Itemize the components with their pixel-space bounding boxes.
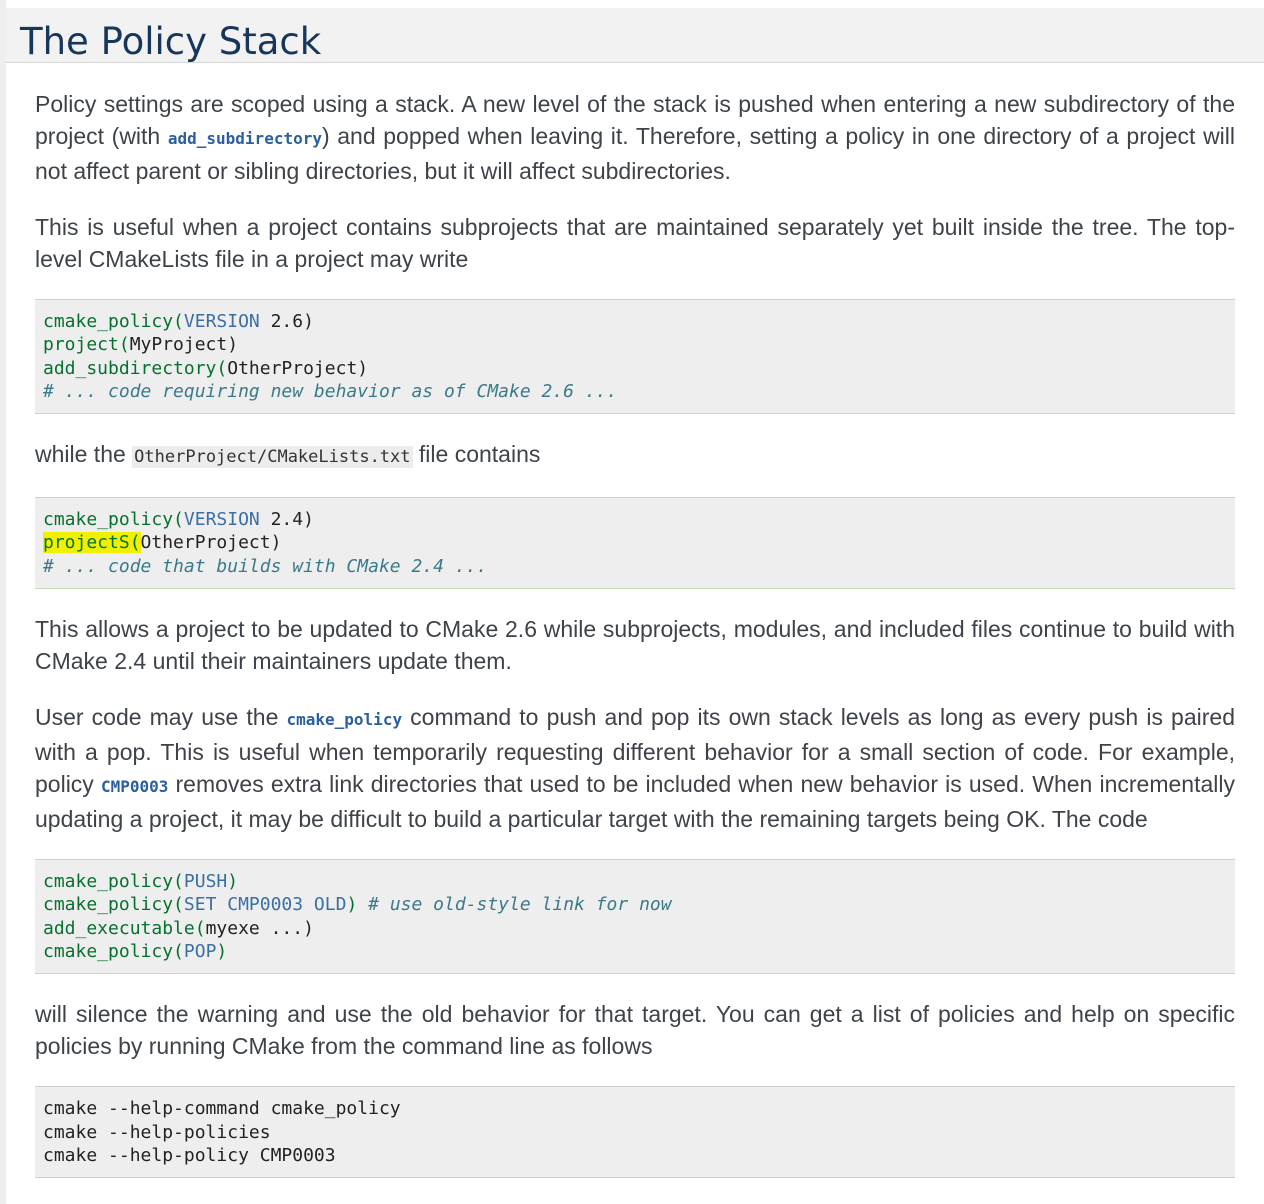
code-comment: # ... code that builds with CMake 2.4 ..… (43, 555, 488, 577)
paragraph-policy-scope: Policy settings are scoped using a stack… (35, 88, 1235, 187)
code-block-push-pop: cmake_policy(PUSH) cmake_policy(SET CMP0… (35, 859, 1235, 975)
code-text: myexe ...) (205, 917, 314, 939)
code-block-toplevel: cmake_policy(VERSION 2.6) project(MyProj… (35, 299, 1235, 415)
link-cmake-policy[interactable]: cmake_policy (286, 710, 402, 729)
code-line: cmake --help-command cmake_policy (43, 1098, 401, 1120)
code-function: cmake_policy( (43, 311, 184, 332)
section-header: The Policy Stack (6, 8, 1264, 63)
page: The Policy Stack Policy settings are sco… (6, 0, 1264, 1204)
code-paren: ) (216, 940, 228, 962)
code-function: cmake_policy( (43, 940, 184, 962)
section-body: Policy settings are scoped using a stack… (35, 88, 1235, 1202)
code-function: add_executable( (43, 917, 206, 939)
code-text: OtherProject) (227, 357, 369, 379)
text-fragment: removes extra link directories that used… (35, 771, 1235, 833)
paragraph-subprojects: This is useful when a project contains s… (35, 214, 1235, 272)
text-fragment: while the (35, 441, 133, 468)
code-block-subproject: cmake_policy(VERSION 2.4) projectS(Other… (35, 497, 1235, 590)
text-fragment: User code may use the (35, 704, 287, 731)
code-comment: # use old-style link for now (368, 894, 672, 916)
paragraph-user-code: User code may use the cmake_policy comma… (35, 701, 1235, 835)
code-keyword: SET CMP0003 OLD (183, 894, 347, 916)
code-text: OtherProject) (140, 532, 282, 554)
code-function: cmake_policy( (43, 894, 184, 916)
paragraph-silence-warning: will silence the warning and use the old… (35, 1001, 1235, 1060)
code-line: cmake --help-policies (43, 1121, 271, 1143)
page-title: The Policy Stack (20, 20, 322, 63)
code-comment: # ... code requiring new behavior as of … (43, 380, 618, 402)
paragraph-allows-update: This allows a project to be updated to C… (35, 616, 1235, 675)
code-paren: ) (227, 871, 239, 893)
code-paren: ) (346, 894, 369, 916)
code-function: cmake_policy( (43, 509, 184, 531)
code-function: project( (43, 334, 130, 356)
code-keyword: VERSION (183, 311, 260, 332)
paragraph-while-the: while the OtherProject/CMakeLists.txt fi… (35, 438, 1235, 473)
code-keyword: POP (183, 940, 217, 962)
text-fragment: file contains (412, 441, 541, 468)
code-keyword: PUSH (183, 871, 228, 893)
code-keyword: VERSION (183, 509, 260, 531)
code-function-highlighted: projectS( (43, 532, 141, 554)
code-function: add_subdirectory( (43, 357, 228, 379)
code-text: 2.6) (259, 311, 314, 332)
code-line: cmake --help-policy CMP0003 (43, 1144, 336, 1166)
inline-filename: OtherProject/CMakeLists.txt (132, 446, 413, 469)
code-function: cmake_policy( (43, 871, 184, 893)
link-cmp0003[interactable]: CMP0003 (101, 777, 168, 796)
code-block-help-commands: cmake --help-command cmake_policy cmake … (35, 1086, 1235, 1179)
link-add-subdirectory[interactable]: add_subdirectory (168, 129, 322, 148)
code-text: MyProject) (129, 334, 239, 356)
code-text: 2.4) (259, 509, 314, 531)
